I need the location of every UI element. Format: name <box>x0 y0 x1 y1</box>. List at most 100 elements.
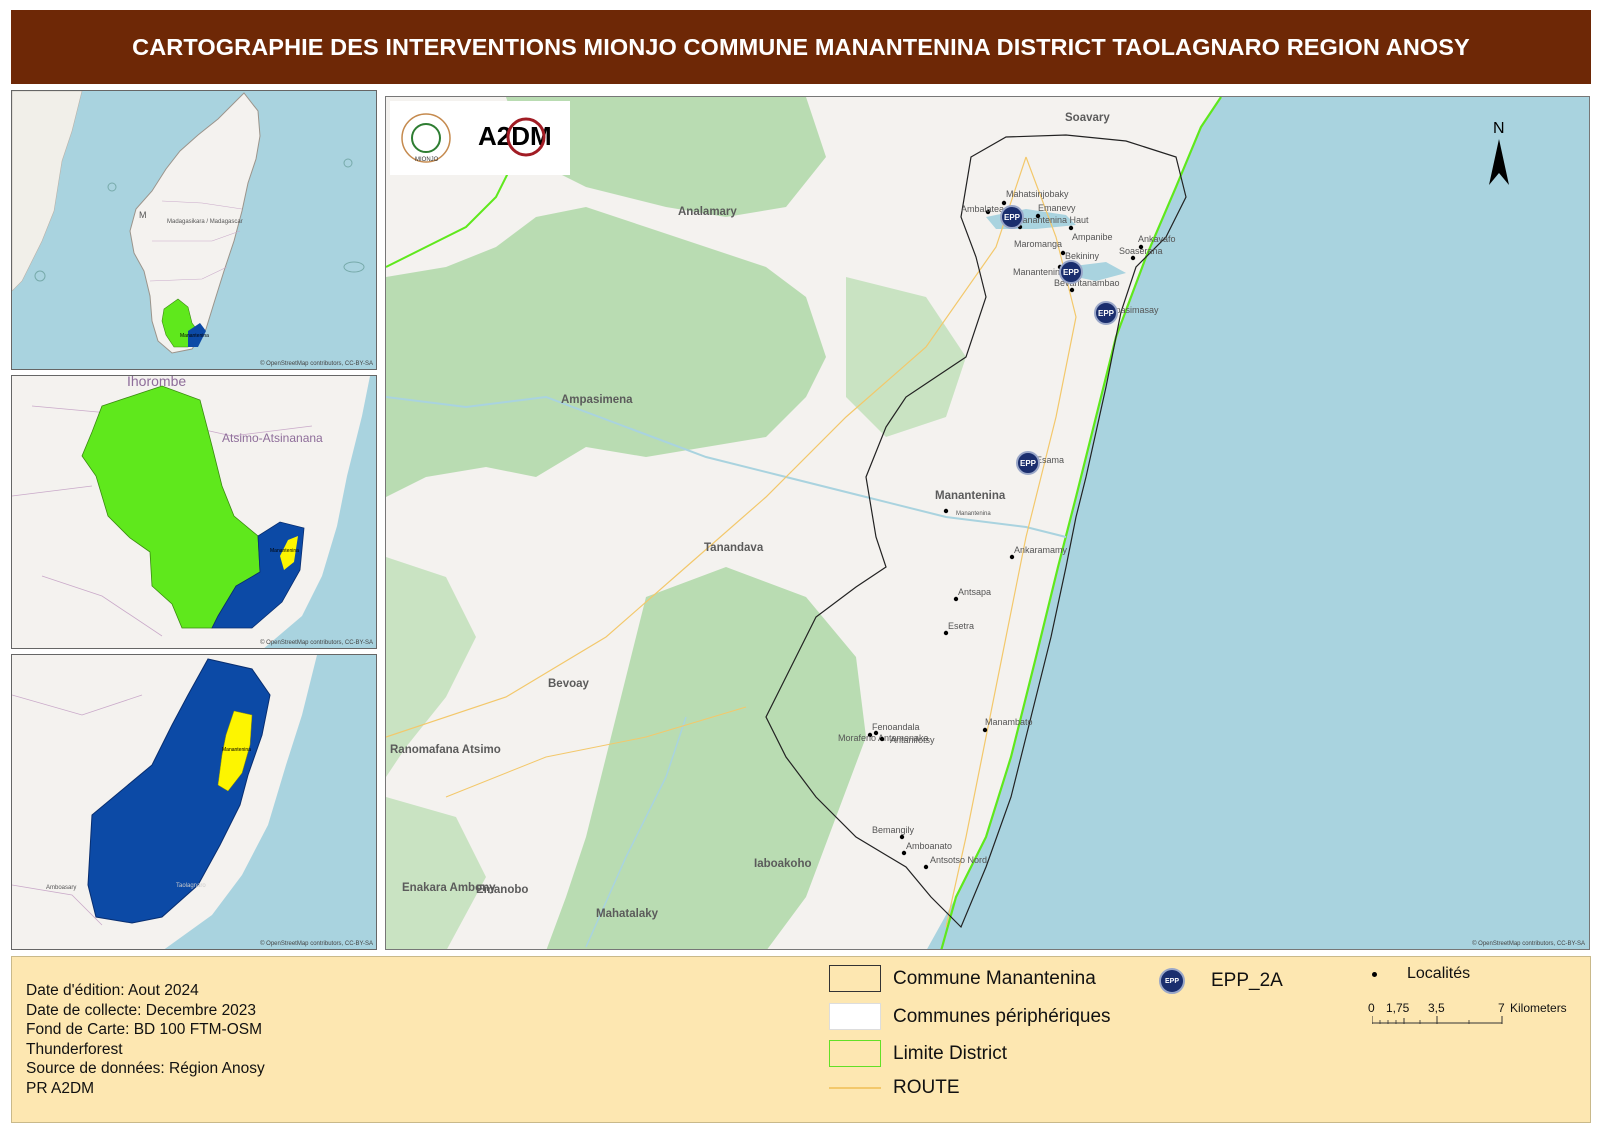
meta-fond-carte: Fond de Carte: BD 100 FTM-OSM <box>26 1021 263 1038</box>
locality-dot[interactable] <box>943 630 949 636</box>
inset-label-madagascar: Madagasikara / Madagascar <box>167 219 243 225</box>
scale-bar: 0 1,75 3,5 7 Kilometers <box>1368 1001 1592 1041</box>
inset-credits: © OpenStreetMap contributors, CC-BY-SA <box>260 361 373 367</box>
locality-dot[interactable] <box>1068 225 1074 231</box>
locality-label: Maromanga <box>1014 239 1062 249</box>
locality-label: Manantenina <box>956 511 991 517</box>
locality-label: Esama <box>1036 455 1064 465</box>
svg-text:EPP: EPP <box>1098 309 1115 318</box>
region-label-enakara: Enakara Ambony <box>402 882 496 894</box>
locality-label: Antsotso Nord <box>930 855 987 865</box>
scale-unit: Kilometers <box>1510 1001 1567 1015</box>
legend-label-localites: Localités <box>1407 965 1471 982</box>
legend-label-route: ROUTE <box>893 1077 960 1098</box>
inset-district-map: Manantenina Amboasary Taolagnaro <box>12 655 376 949</box>
locality-dot[interactable] <box>1130 255 1136 261</box>
map-metadata: Date d'édition: Aout 2024 Date de collec… <box>26 981 265 1098</box>
svg-text:EPP: EPP <box>1020 459 1037 468</box>
meta-source: Source de données: Région Anosy <box>26 1060 265 1077</box>
locality-dot[interactable] <box>982 727 988 733</box>
locality-label: Bekininy <box>1065 251 1100 261</box>
legend-label-commune: Commune Manantenina <box>893 967 1096 989</box>
legend-label-limite: Limite District <box>893 1042 1008 1064</box>
north-label: N <box>1493 120 1505 137</box>
legend-item-route: ROUTE <box>829 1077 960 1099</box>
region-label-manantenina: Manantenina <box>935 490 1006 502</box>
meta-pr: PR A2DM <box>26 1079 95 1097</box>
scale-tick-0: 0 <box>1368 1001 1375 1015</box>
locality-label: Esetra <box>948 621 974 631</box>
locality-dot[interactable] <box>1009 554 1015 560</box>
locality-dot[interactable] <box>1069 287 1075 293</box>
legend-item-localites: Localités <box>1372 965 1470 983</box>
legend-swatch-route <box>829 1087 881 1089</box>
scale-bar-graphic <box>1372 1016 1503 1024</box>
locality-label: Manambato <box>985 717 1033 727</box>
locality-dot[interactable] <box>953 596 959 602</box>
main-map-canvas: MIONJO A2DM N Soavary Analamary Ampasime… <box>386 97 1589 949</box>
inset-label-taolagnaro: Taolagnaro <box>176 883 206 889</box>
legend-item-commune: Commune Manantenina <box>829 965 1096 992</box>
inset-credits: © OpenStreetMap contributors, CC-BY-SA <box>260 941 373 947</box>
epp-marker[interactable]: EPP <box>1000 205 1024 229</box>
inset-label-manantenina: Manantenina <box>180 333 209 339</box>
locality-dot[interactable] <box>923 864 929 870</box>
meta-thunderforest: Thunderforest <box>26 1040 123 1058</box>
svg-text:EPP: EPP <box>1004 213 1021 222</box>
locality-dot-icon <box>1372 971 1377 977</box>
legend-item-limite: Limite District <box>829 1040 1007 1067</box>
locality-label: Manantenina Haut <box>1015 215 1089 225</box>
legend-label-periph: Communes périphériques <box>893 1005 1111 1027</box>
legend-swatch-limite <box>829 1040 881 1067</box>
locality-dot[interactable] <box>899 834 905 840</box>
main-map-credits: © OpenStreetMap contributors, CC-BY-SA <box>1472 941 1585 947</box>
inset-label-ihorombe: Ihorombe <box>127 376 186 389</box>
inset-region-map: Ihorombe Atsimo-Atsinanana Manantenina <box>12 376 376 648</box>
main-map[interactable]: MIONJO A2DM N Soavary Analamary Ampasime… <box>385 96 1590 950</box>
locality-dot[interactable] <box>901 850 907 856</box>
legend-label-epp: EPP_2A <box>1211 970 1283 991</box>
map-title: CARTOGRAPHIE DES INTERVENTIONS MIONJO CO… <box>132 33 1470 60</box>
inset-credits: © OpenStreetMap contributors, CC-BY-SA <box>260 640 373 646</box>
inset-region-label-manantenina: Manantenina <box>270 548 299 554</box>
region-label-ranomafana: Ranomafana Atsimo <box>390 744 501 756</box>
scale-tick-2: 3,5 <box>1428 1001 1445 1015</box>
title-bar: CARTOGRAPHIE DES INTERVENTIONS MIONJO CO… <box>11 10 1591 84</box>
locality-label: Ankavafo <box>1138 234 1176 244</box>
locality-dot[interactable] <box>879 736 885 742</box>
inset-district: Manantenina Amboasary Taolagnaro © OpenS… <box>11 654 377 950</box>
inset-region: Ihorombe Atsimo-Atsinanana Manantenina ©… <box>11 375 377 649</box>
locality-label: Amboanato <box>906 841 952 851</box>
legend-panel: Date d'édition: Aout 2024 Date de collec… <box>11 956 1591 1123</box>
region-label-iaboakoho: Iaboakoho <box>754 858 812 870</box>
locality-label: Bemangily <box>872 825 915 835</box>
legend-item-periph: Communes périphériques <box>829 1003 1111 1030</box>
locality-label: Mahatsinjobaky <box>1006 189 1069 199</box>
epp-marker[interactable]: EPP <box>1094 301 1118 325</box>
locality-label: Manantenina <box>1013 267 1065 277</box>
scale-tick-3: 7 <box>1498 1001 1505 1015</box>
locality-label: Ambalatea <box>961 204 1004 214</box>
inset-label-atsimo: Atsimo-Atsinanana <box>222 431 323 445</box>
locality-label: Emanevy <box>1038 203 1076 213</box>
inset-madagascar: Madagasikara / Madagascar M Manantenina … <box>11 90 377 370</box>
locality-label: Fenoandala <box>872 722 920 732</box>
locality-dot[interactable] <box>943 508 949 514</box>
epp-marker[interactable]: EPP <box>1016 451 1040 475</box>
inset-label-amboasary: Amboasary <box>46 885 76 891</box>
locality-label: Ampanibe <box>1072 232 1113 242</box>
meta-date-edition: Date d'édition: Aout 2024 <box>26 982 199 999</box>
epp-marker[interactable]: EPP <box>1059 260 1083 284</box>
locality-label: Antsapa <box>958 587 991 597</box>
scale-tick-1: 1,75 <box>1386 1001 1410 1015</box>
region-label-mahatalaky: Mahatalaky <box>596 908 659 920</box>
locality-label: Ankaramamy <box>1014 545 1068 555</box>
region-label-bevoay: Bevoay <box>548 678 590 690</box>
inset-label-m: M <box>139 210 147 220</box>
legend-item-epp: EPP EPP_2A <box>1159 968 1283 994</box>
region-label-ampasimena: Ampasimena <box>561 394 633 406</box>
region-label-soavary: Soavary <box>1065 112 1110 124</box>
inset-district-label-manantenina: Manantenina <box>222 747 251 753</box>
locality-label: Antanifotsy <box>890 735 935 745</box>
legend-swatch-periph <box>829 1003 881 1030</box>
